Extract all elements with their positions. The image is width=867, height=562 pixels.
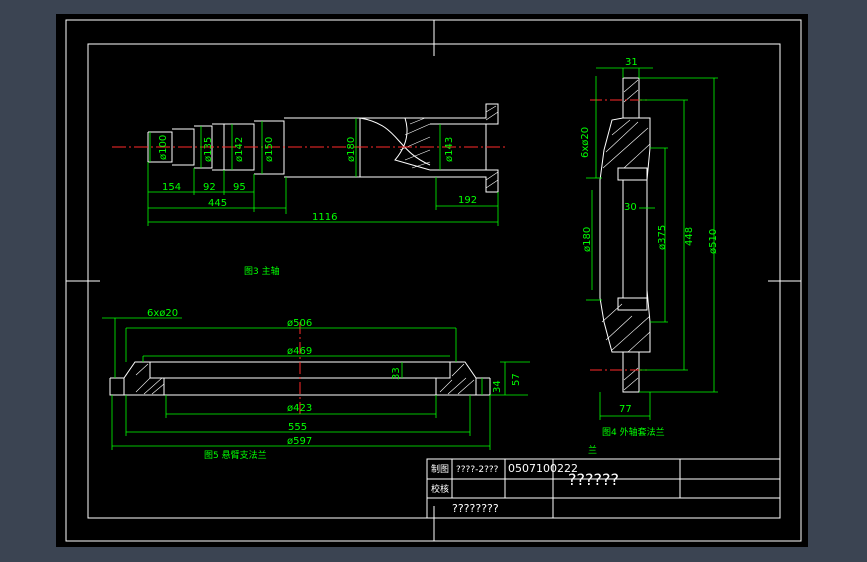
flange-dim-holes: 6xø20 xyxy=(147,308,178,319)
shaft-dim-192: 192 xyxy=(458,195,477,206)
hub-dim-holes: 6xø20 xyxy=(580,127,591,158)
shaft-dim-d100: ø100 xyxy=(158,135,169,160)
shaft-dim-154: 154 xyxy=(162,182,181,193)
titleblock-label-draw: 制图 xyxy=(431,463,449,475)
flange-dim-d423: ø423 xyxy=(287,403,312,414)
flange-dim-d469: ø469 xyxy=(287,346,312,357)
flange-dim-34: 34 xyxy=(492,380,503,393)
hub-dim-d375: ø375 xyxy=(657,225,668,250)
titleblock-mark: 兰 xyxy=(588,444,597,456)
hub-dim-77: 77 xyxy=(619,404,632,415)
flange-dim-d506: ø506 xyxy=(287,318,312,329)
titleblock-school: ???????? xyxy=(452,502,499,515)
hub-dim-30: 30 xyxy=(624,202,637,213)
flange-dim-57: 57 xyxy=(511,373,522,386)
shaft-dim-d150: ø150 xyxy=(264,137,275,162)
hub-dim-31: 31 xyxy=(625,57,638,68)
hub-dim-d510: ø510 xyxy=(708,229,719,254)
shaft-dim-445: 445 xyxy=(208,198,227,209)
cad-drawing-canvas: ø100 ø135 ø142 ø150 ø180 ø143 154 92 95 … xyxy=(56,14,808,547)
flange-dim-33: 33 xyxy=(391,367,402,380)
titleblock-drawing-name: ?????? xyxy=(568,470,619,489)
flange-title: 图5 悬臂支法兰 xyxy=(204,449,267,461)
titleblock-label-check: 校核 xyxy=(431,483,449,495)
flange-dim-d597: ø597 xyxy=(287,436,312,447)
shaft-dim-d142: ø142 xyxy=(234,137,245,162)
shaft-dim-d180: ø180 xyxy=(346,137,357,162)
shaft-dim-d135: ø135 xyxy=(203,137,214,162)
shaft-title: 图3 主轴 xyxy=(244,265,280,277)
shaft-dim-d143: ø143 xyxy=(444,137,455,162)
flange-dim-555: 555 xyxy=(288,422,307,433)
shaft-dim-95: 95 xyxy=(233,182,246,193)
shaft-dim-1116: 1116 xyxy=(312,212,337,223)
hub-title: 图4 外轴套法兰 xyxy=(602,426,665,438)
hub-dim-d180: ø180 xyxy=(582,227,593,252)
shaft-dim-92: 92 xyxy=(203,182,216,193)
titleblock-drawer: ????-2??? xyxy=(456,465,499,475)
hub-dim-448: 448 xyxy=(684,227,695,246)
